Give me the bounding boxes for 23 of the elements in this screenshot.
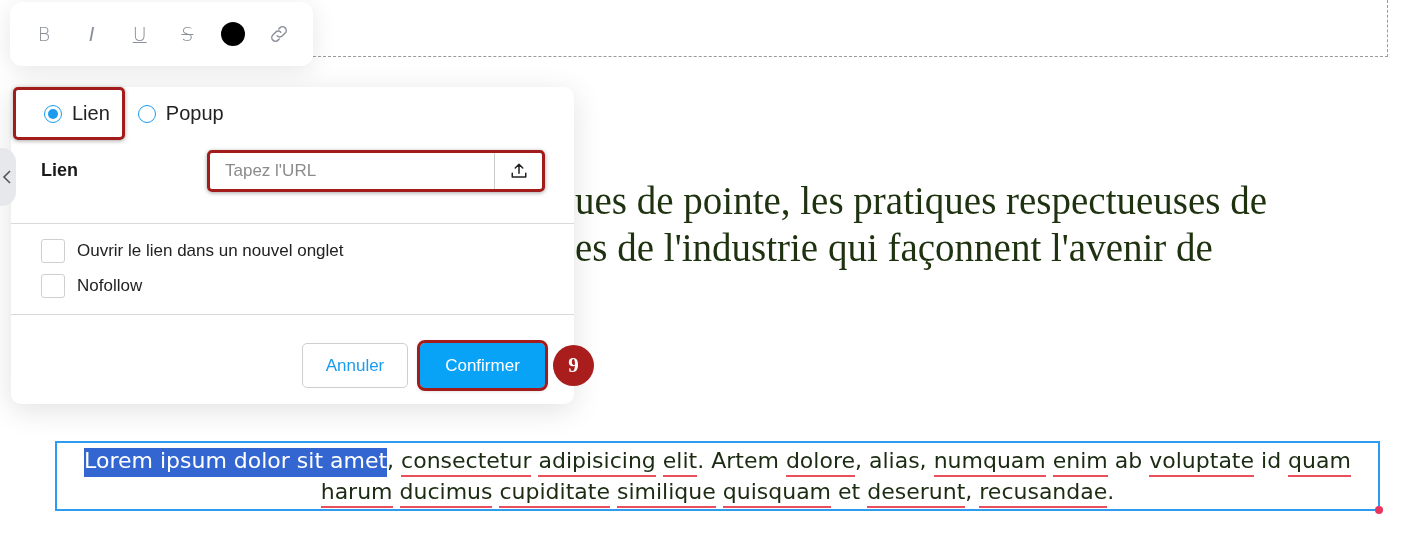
step-badge: 9 [553, 345, 594, 386]
checkbox[interactable] [41, 239, 65, 263]
italic-button[interactable]: I [77, 20, 106, 48]
radio-option[interactable]: Popup [130, 87, 239, 140]
underline-button[interactable]: U [125, 20, 154, 48]
heading-text: ues de pointe, les pratiques respectueuses de [575, 178, 1268, 224]
confirm-button[interactable]: Confirmer [420, 343, 545, 388]
checkbox-label: Ouvrir le lien dans un nouvel onglet [77, 241, 344, 261]
heading-text: es de l'industrie qui façonnent l'avenir de [575, 225, 1213, 271]
checkbox-label: Nofollow [77, 276, 143, 296]
resize-handle[interactable] [1375, 506, 1383, 514]
field-label: Lien [41, 160, 78, 181]
strike-button[interactable]: S [173, 20, 202, 48]
radio-option[interactable]: Lien [13, 87, 125, 140]
paragraph-text: Lorem ipsum dolor sit amet, consectetur adipisicing elit. Artem dolore, alias, numquam enim ab voluptate id quam harum ducimus cupiditate similique quisquam et deserunt, recusandae. [65, 445, 1370, 507]
checkbox[interactable] [41, 274, 65, 298]
chevron-icon [2, 169, 12, 185]
url-field[interactable]: Tapez l'URL [207, 150, 545, 192]
url-input-field[interactable]: Tapez l'URL [210, 153, 494, 189]
cancel-button[interactable]: Annuler [302, 343, 408, 388]
bold-button[interactable]: B [30, 20, 58, 48]
color-swatch[interactable] [221, 22, 246, 46]
upload-icon [509, 162, 528, 180]
